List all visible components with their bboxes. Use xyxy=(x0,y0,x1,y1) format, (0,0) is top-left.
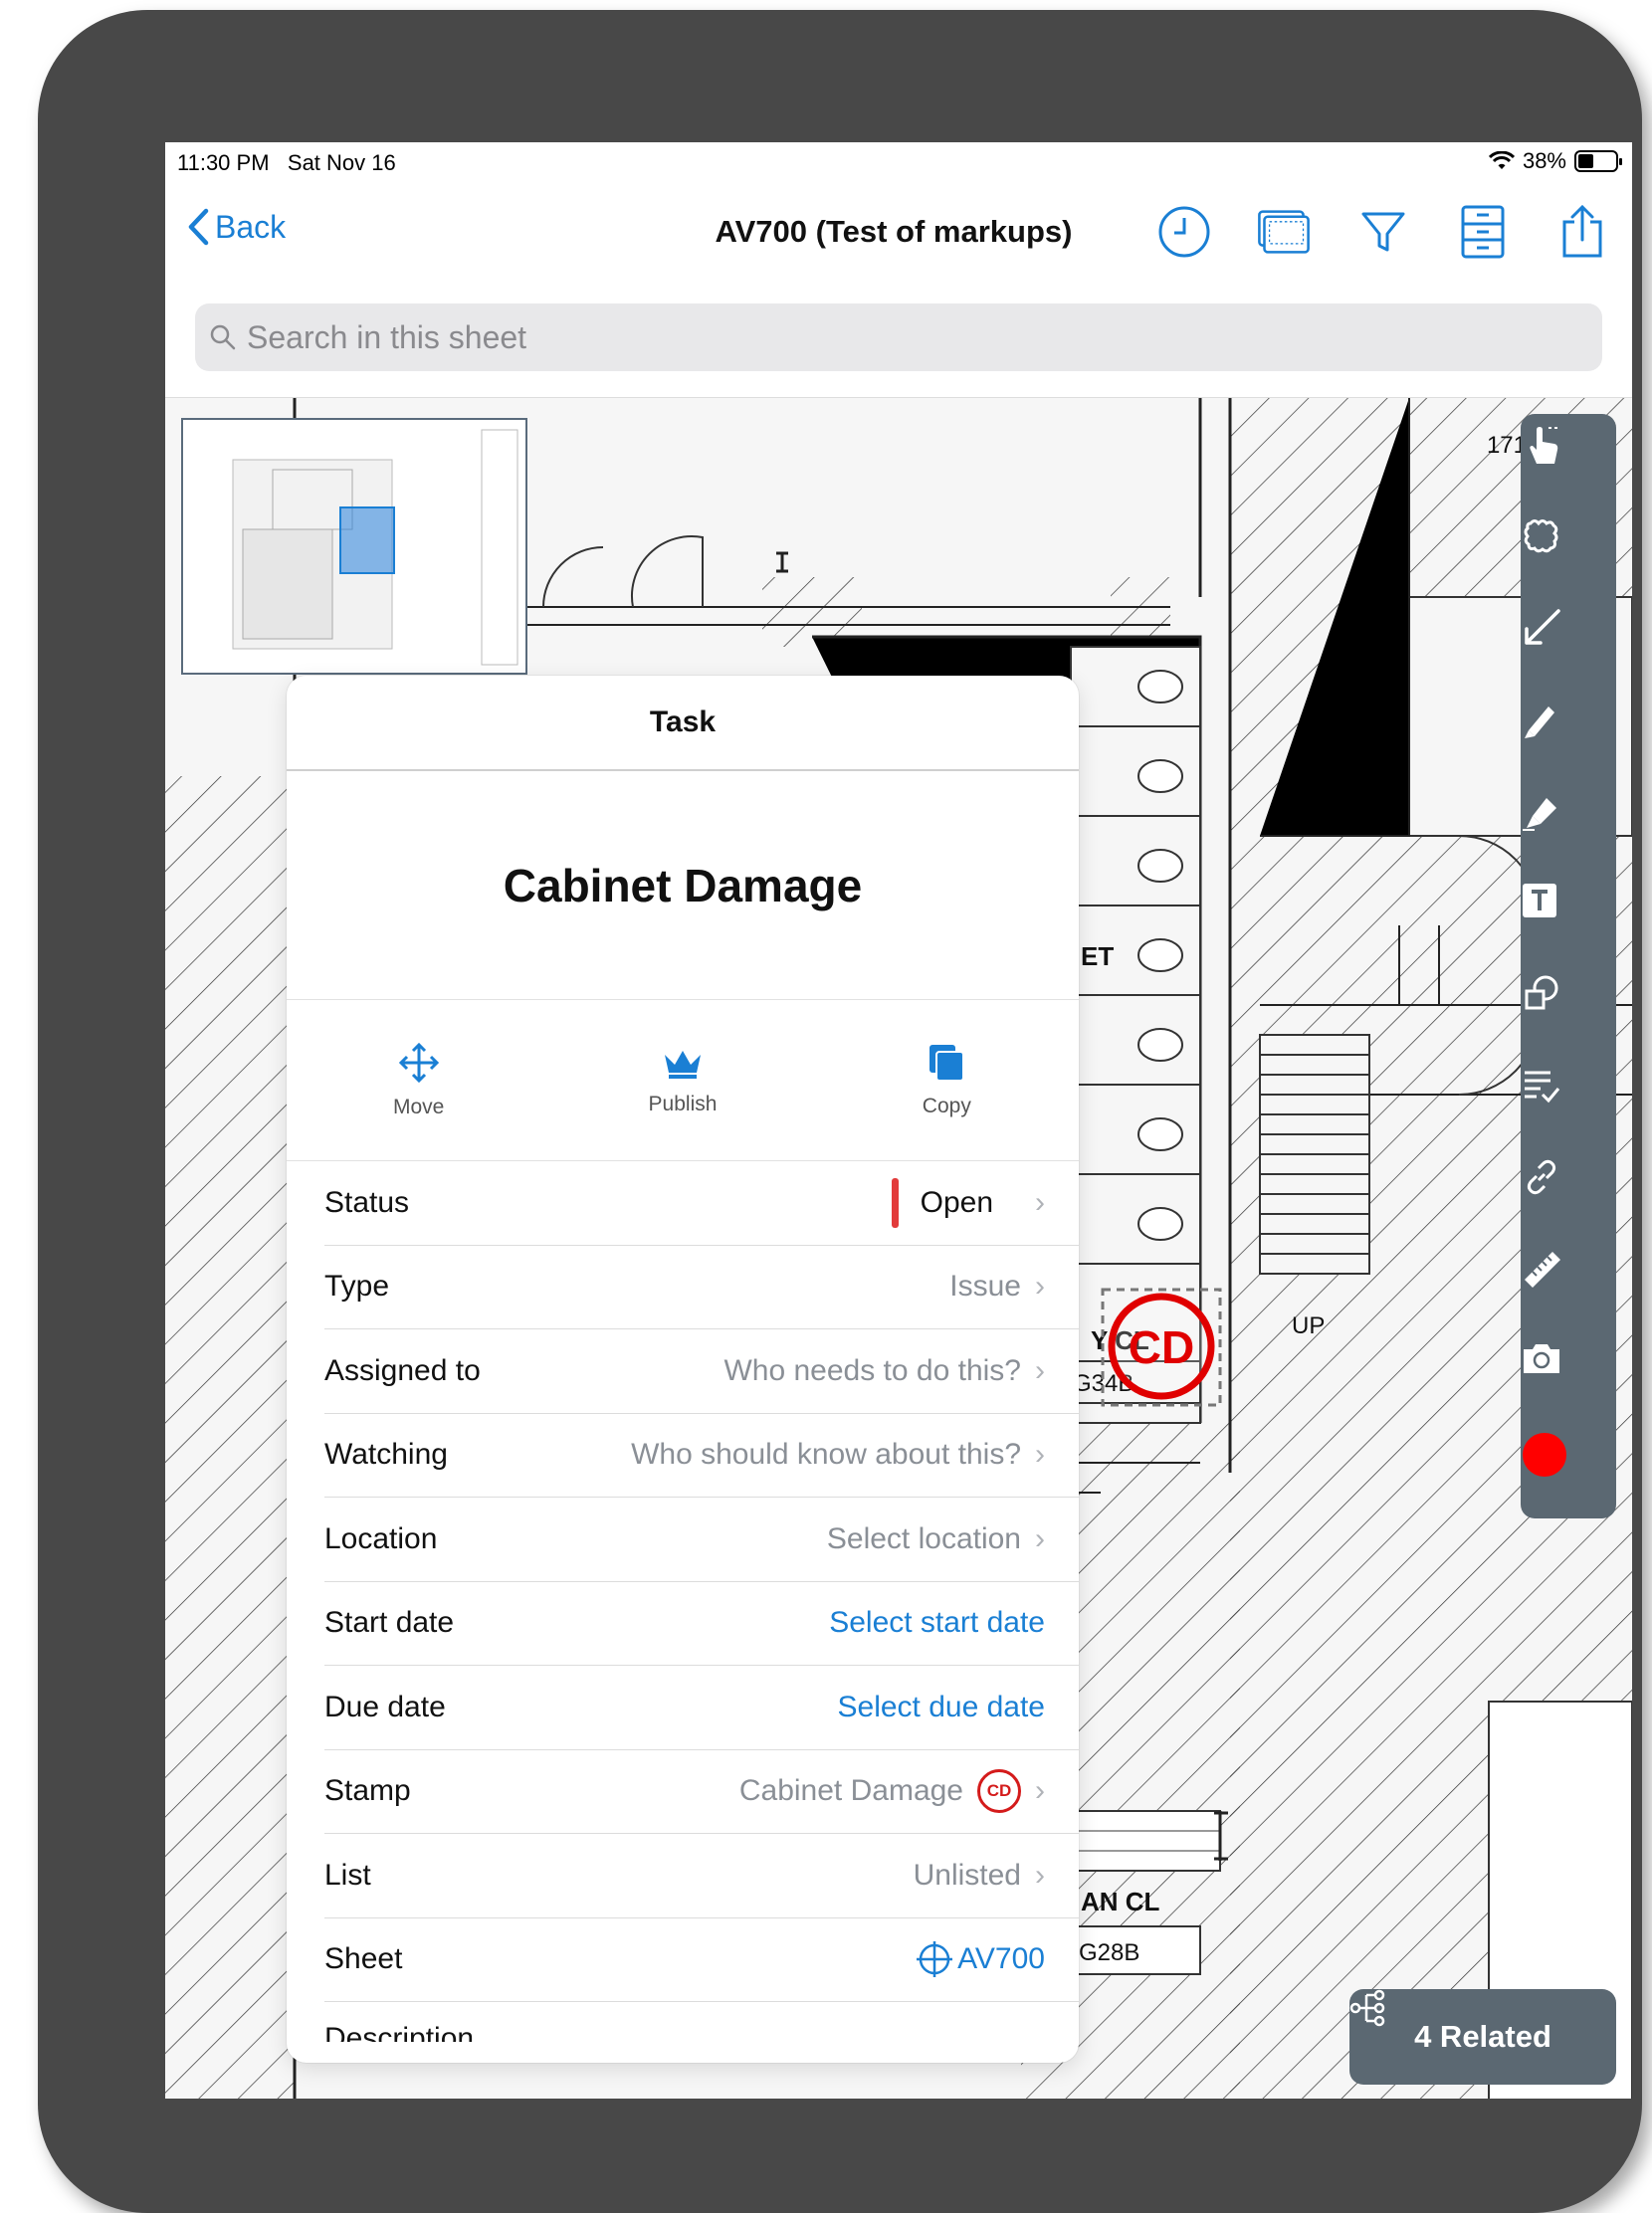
markup-toolbar xyxy=(1521,414,1616,1518)
hierarchy-icon xyxy=(1349,1989,1385,2027)
publish-button[interactable]: Publish xyxy=(550,1000,814,1160)
text-icon[interactable] xyxy=(1521,882,1616,951)
stamp-marker[interactable]: CD xyxy=(1129,1321,1194,1373)
sheet-value: AV700 xyxy=(957,1942,1045,1976)
type-value: Issue xyxy=(949,1270,1021,1304)
label-an-cl: AN CL xyxy=(1081,1887,1160,1916)
battery-icon xyxy=(1574,150,1622,172)
status-bar: 11:30 PM Sat Nov 16 38% xyxy=(165,142,1632,186)
filter-icon[interactable] xyxy=(1355,204,1411,260)
copy-button[interactable]: Copy xyxy=(815,1000,1079,1160)
search-bar xyxy=(195,303,1602,371)
field-sheet[interactable]: Sheet AV700 xyxy=(324,1918,1079,2002)
task-fields: Status Open › Type Issue › Assigned to W… xyxy=(287,1161,1079,2042)
stamp-value: Cabinet Damage xyxy=(738,1774,963,1808)
camera-icon[interactable] xyxy=(1521,1339,1616,1409)
label-g28b: G28B xyxy=(1079,1939,1139,1966)
nav-bar: Back AV700 (Test of markups) xyxy=(165,186,1632,276)
cabinet-icon[interactable] xyxy=(1455,204,1511,260)
chevron-right-icon: › xyxy=(1035,1521,1045,1555)
status-time: 11:30 PM Sat Nov 16 xyxy=(177,150,396,175)
move-button[interactable]: Move xyxy=(287,1000,550,1160)
color-picker-icon[interactable] xyxy=(1521,1431,1616,1501)
task-title: Cabinet Damage xyxy=(287,771,1079,1000)
status-right: 38% xyxy=(1488,148,1622,174)
wifi-icon xyxy=(1488,151,1515,169)
checklist-icon[interactable] xyxy=(1521,1065,1616,1134)
copy-icon xyxy=(929,1044,965,1082)
status-value: Open xyxy=(920,1185,993,1219)
arrow-icon[interactable] xyxy=(1521,607,1616,677)
chevron-right-icon: › xyxy=(1035,1438,1045,1472)
watching-value: Who should know about this? xyxy=(631,1438,1021,1472)
ruler-icon[interactable] xyxy=(1521,1248,1616,1317)
field-type[interactable]: Type Issue › xyxy=(324,1246,1079,1329)
history-icon[interactable] xyxy=(1156,204,1212,260)
location-value: Select location xyxy=(826,1521,1021,1555)
field-list[interactable]: List Unlisted › xyxy=(324,1834,1079,1918)
label-up: UP xyxy=(1292,1312,1325,1339)
share-icon[interactable] xyxy=(1554,204,1610,260)
related-button[interactable]: 4 Related xyxy=(1349,1989,1616,2085)
chevron-right-icon: › xyxy=(1035,1270,1045,1304)
move-icon xyxy=(398,1042,439,1083)
shapes-icon[interactable] xyxy=(1521,973,1616,1043)
due-date-value[interactable]: Select due date xyxy=(838,1691,1046,1724)
field-status[interactable]: Status Open › xyxy=(324,1161,1079,1246)
chevron-right-icon: › xyxy=(1035,1858,1045,1892)
screen: 11:30 PM Sat Nov 16 38% Back AV700 (Test… xyxy=(165,142,1632,2099)
label-et: ET xyxy=(1081,941,1114,971)
sheets-icon[interactable] xyxy=(1256,204,1312,260)
battery-percent: 38% xyxy=(1522,148,1566,173)
highlighter-icon[interactable] xyxy=(1521,790,1616,860)
pen-icon[interactable] xyxy=(1521,699,1616,768)
chevron-right-icon: › xyxy=(1035,1774,1045,1808)
sheet-minimap[interactable] xyxy=(181,418,527,675)
field-stamp[interactable]: Stamp Cabinet Damage CD › xyxy=(324,1750,1079,1834)
crosshair-icon xyxy=(917,1941,953,1978)
chevron-right-icon: › xyxy=(1035,1185,1045,1219)
status-color-indicator xyxy=(891,1177,899,1228)
field-description-partial[interactable]: Description xyxy=(324,2002,1079,2042)
start-date-value[interactable]: Select start date xyxy=(829,1606,1045,1640)
field-due-date[interactable]: Due date Select due date xyxy=(324,1666,1079,1750)
tablet-frame: 11:30 PM Sat Nov 16 38% Back AV700 (Test… xyxy=(38,10,1642,2213)
stamp-badge: CD xyxy=(977,1769,1021,1814)
cloud-icon[interactable] xyxy=(1521,515,1616,585)
field-assigned-to[interactable]: Assigned to Who needs to do this? › xyxy=(324,1329,1079,1414)
nav-icons xyxy=(1156,204,1610,260)
search-icon xyxy=(210,324,236,350)
field-location[interactable]: Location Select location › xyxy=(324,1498,1079,1582)
task-popover: Task Cabinet Damage Move Publish Copy St… xyxy=(287,676,1079,2063)
link-icon[interactable] xyxy=(1521,1156,1616,1226)
assigned-value: Who needs to do this? xyxy=(723,1353,1021,1387)
popover-header: Task xyxy=(287,676,1079,771)
related-label: 4 Related xyxy=(1414,2019,1551,2054)
chevron-right-icon: › xyxy=(1035,1353,1045,1387)
field-watching[interactable]: Watching Who should know about this? › xyxy=(324,1414,1079,1498)
field-start-date[interactable]: Start date Select start date xyxy=(324,1582,1079,1666)
crown-icon xyxy=(664,1050,701,1079)
pan-hand-icon[interactable] xyxy=(1521,424,1616,494)
task-actions: Move Publish Copy xyxy=(287,1000,1079,1161)
list-value: Unlisted xyxy=(913,1858,1021,1892)
search-input[interactable] xyxy=(247,318,1541,356)
